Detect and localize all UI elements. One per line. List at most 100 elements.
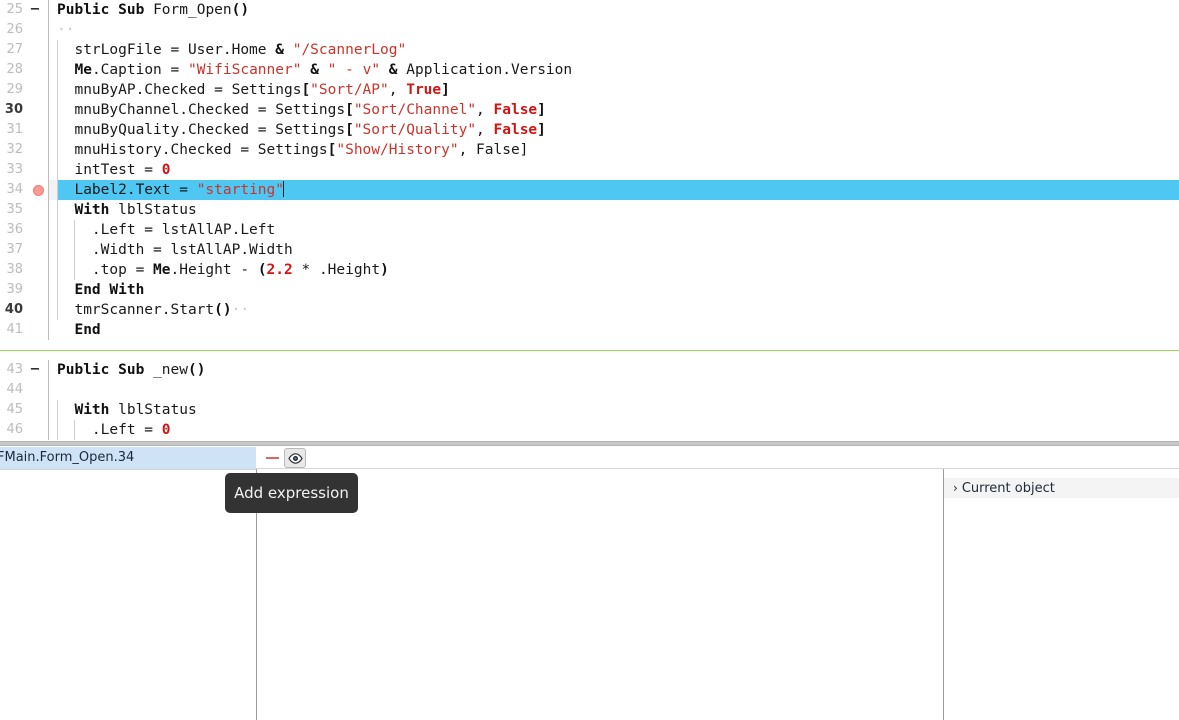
line-gutter[interactable]: 25− [0, 0, 49, 20]
code-text: tmrScanner.Start()·· [57, 300, 249, 320]
line-number: 35 [6, 200, 23, 220]
code-token: False [494, 102, 538, 118]
gutter-separator [48, 200, 49, 220]
line-gutter[interactable]: 32 [0, 140, 49, 160]
expressions-list[interactable] [0, 470, 256, 720]
code-line[interactable]: 29 mnuByAP.Checked = Settings["Sort/AP",… [0, 80, 1179, 100]
code-line[interactable]: 26 ·· [0, 20, 1179, 40]
code-line[interactable]: 40 tmrScanner.Start()·· [0, 300, 1179, 320]
code-text: End [57, 320, 101, 340]
code-token: , [389, 82, 406, 98]
code-line[interactable]: 39 End With [0, 280, 1179, 300]
gutter-separator [48, 400, 49, 420]
line-gutter[interactable]: 43− [0, 360, 49, 380]
fold-toggle-icon[interactable]: − [29, 360, 41, 380]
code-line[interactable]: 34 Label2.Text = "starting" [0, 180, 1179, 200]
fold-toggle-icon[interactable]: − [29, 0, 41, 20]
line-gutter[interactable]: 39 [0, 280, 49, 300]
highlight-gutter-pad [49, 180, 57, 200]
code-token: 2.2 [267, 262, 293, 278]
line-gutter[interactable]: 44 [0, 380, 49, 400]
code-line[interactable]: 43−Public Sub _new() [0, 360, 1179, 380]
code-token: Form_Open [153, 2, 232, 18]
code-token [57, 202, 74, 218]
code-token [57, 402, 74, 418]
line-gutter[interactable]: 40 [0, 300, 49, 320]
line-gutter[interactable]: 29 [0, 80, 49, 100]
code-line[interactable]: 44 [0, 380, 1179, 400]
code-text: End With [57, 280, 144, 300]
line-gutter[interactable]: 34 [0, 180, 49, 200]
code-token: mnuByChannel.Checked = Settings [57, 102, 345, 118]
line-gutter[interactable]: 45 [0, 400, 49, 420]
code-token: Sub [118, 362, 144, 378]
code-token: , [476, 122, 493, 138]
splitter-thumb[interactable] [0, 442, 1179, 445]
code-token: "Sort/Quality" [354, 122, 476, 138]
remove-expression-button[interactable] [261, 448, 283, 468]
code-line[interactable]: 46 .Left = 0 [0, 420, 1179, 440]
tooltip-text: Add expression [234, 484, 349, 502]
expression-toolbar [256, 447, 1179, 469]
code-token: () [188, 362, 205, 378]
line-number: 41 [6, 320, 23, 340]
code-line[interactable]: 33 intTest = 0 [0, 160, 1179, 180]
code-editor[interactable]: 25− Public Sub Form_Open() 26 ·· 27 strLogFi… [0, 0, 1179, 441]
line-gutter[interactable]: 27 [0, 40, 49, 60]
code-token: mnuByQuality.Checked = Settings [57, 122, 345, 138]
line-number: 43 [6, 360, 23, 380]
line-gutter[interactable]: 37 [0, 240, 49, 260]
gutter-separator [48, 220, 49, 240]
code-line[interactable]: 41 End [0, 320, 1179, 340]
code-text: With lblStatus [57, 200, 197, 220]
line-gutter[interactable]: 33 [0, 160, 49, 180]
editor-panel-splitter[interactable] [0, 441, 1179, 446]
expression-detail-list[interactable] [257, 470, 943, 720]
current-object-panel: ›Current object [944, 469, 1179, 720]
code-token: tmrScanner.Start [57, 302, 214, 318]
line-number: 44 [6, 380, 23, 400]
code-token: "Sort/AP" [310, 82, 389, 98]
code-line[interactable]: 32 mnuHistory.Checked = Settings["Show/H… [0, 140, 1179, 160]
code-text: Public Sub Form_Open() [57, 0, 249, 20]
code-line[interactable]: 36 .Left = lstAllAP.Left [0, 220, 1179, 240]
line-gutter[interactable]: 38 [0, 260, 49, 280]
line-number: 40 [5, 300, 23, 320]
code-line[interactable]: 37 .Width = lstAllAP.Width [0, 240, 1179, 260]
code-line[interactable]: 45 With lblStatus [0, 400, 1179, 420]
expression-value-cell[interactable]: FMain.Form_Open.34 [0, 447, 256, 469]
code-token [57, 282, 74, 298]
code-line[interactable]: 27 strLogFile = User.Home & "/ScannerLog… [0, 40, 1179, 60]
code-token: mnuByAP.Checked = Settings [57, 82, 301, 98]
code-line[interactable]: 35 With lblStatus [0, 200, 1179, 220]
code-token: & [310, 62, 319, 78]
code-token: & [389, 62, 398, 78]
code-token: ·· [57, 22, 74, 38]
code-token: ) [380, 262, 389, 278]
breakpoint-marker[interactable] [33, 185, 44, 196]
code-token: With [74, 202, 109, 218]
code-line[interactable]: 28 Me.Caption = "WifiScanner" & " - v" &… [0, 60, 1179, 80]
code-line[interactable]: 30 mnuByChannel.Checked = Settings["Sort… [0, 100, 1179, 120]
code-token: _new [153, 362, 188, 378]
add-expression-button[interactable] [284, 448, 306, 468]
line-gutter[interactable]: 28 [0, 60, 49, 80]
line-gutter[interactable]: 36 [0, 220, 49, 240]
line-gutter[interactable]: 41 [0, 320, 49, 340]
line-gutter[interactable]: 30 [0, 100, 49, 120]
line-gutter[interactable]: 31 [0, 120, 49, 140]
line-gutter[interactable]: 26 [0, 20, 49, 40]
eye-icon [288, 453, 303, 464]
code-token [144, 362, 153, 378]
code-token: [ [345, 122, 354, 138]
line-gutter[interactable]: 35 [0, 200, 49, 220]
line-gutter[interactable]: 46 [0, 420, 49, 440]
code-line[interactable]: 38 .top = Me.Height - (2.2 * .Height) [0, 260, 1179, 280]
code-line[interactable]: 31 mnuByQuality.Checked = Settings["Sort… [0, 120, 1179, 140]
code-text: With lblStatus [57, 400, 197, 420]
current-object-header[interactable]: ›Current object [944, 478, 1179, 498]
code-line[interactable]: 25− Public Sub Form_Open() [0, 0, 1179, 20]
code-token: ( [258, 262, 267, 278]
code-token: False [494, 122, 538, 138]
code-text: .Left = 0 [57, 420, 171, 440]
